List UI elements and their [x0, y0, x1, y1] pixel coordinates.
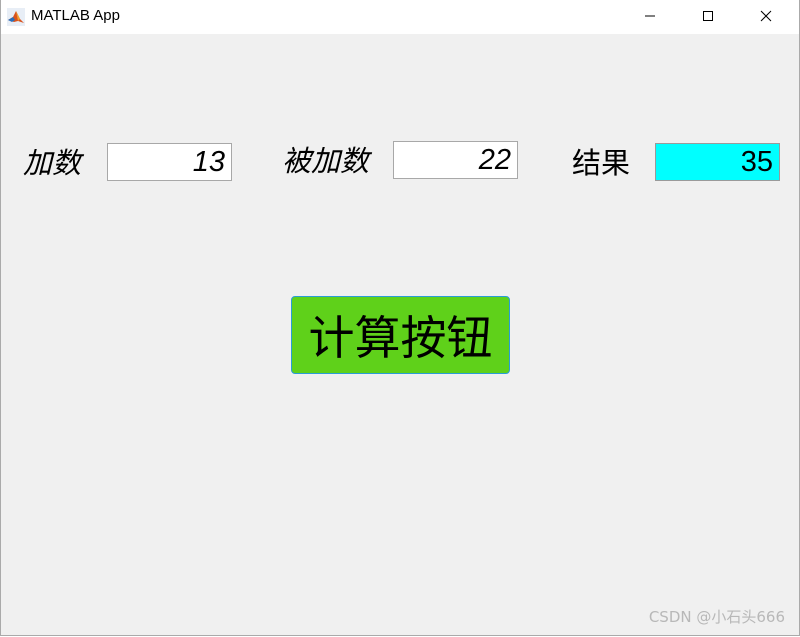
close-icon [760, 7, 772, 26]
calculate-button[interactable]: 计算按钮 [291, 296, 510, 374]
minimize-button[interactable] [627, 0, 673, 32]
title-bar[interactable]: MATLAB App [1, 0, 799, 34]
augend-input[interactable] [393, 141, 518, 179]
maximize-icon [702, 7, 714, 26]
result-label: 结果 [572, 146, 631, 180]
app-window: MATLAB App 加数 被加数 结果 计算按钮 CSDN @小石头666 [0, 0, 800, 636]
addend-label: 加数 [23, 146, 82, 180]
result-field[interactable] [655, 143, 780, 181]
matlab-logo-icon [7, 8, 25, 26]
addend-input[interactable] [107, 143, 232, 181]
maximize-button[interactable] [685, 0, 731, 32]
minimize-icon [644, 7, 656, 26]
augend-label: 被加数 [282, 144, 370, 178]
close-button[interactable] [743, 0, 789, 32]
watermark-text: CSDN @小石头666 [648, 608, 785, 626]
app-canvas: 加数 被加数 结果 计算按钮 CSDN @小石头666 [1, 34, 799, 635]
window-title: MATLAB App [31, 7, 120, 24]
